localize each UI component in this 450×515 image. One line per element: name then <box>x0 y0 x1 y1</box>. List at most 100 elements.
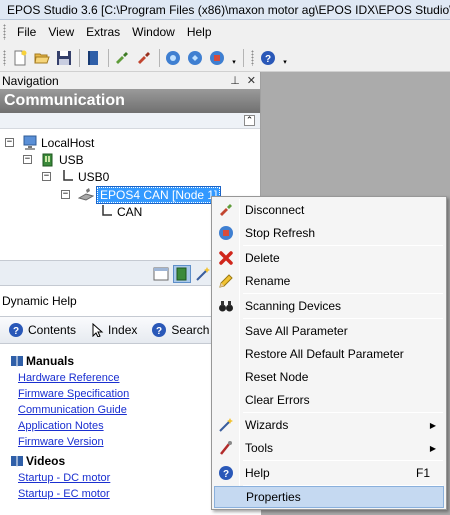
svg-text:?: ? <box>223 469 229 480</box>
menu-window[interactable]: Window <box>126 25 181 39</box>
menu-item-restore-default-parameter[interactable]: Restore All Default Parameter <box>214 343 444 365</box>
help-tab-index[interactable]: Index <box>90 323 137 337</box>
menu-item-reset-node[interactable]: Reset Node <box>214 366 444 388</box>
menu-item-scanning-devices[interactable]: Scanning Devices <box>214 295 444 317</box>
menu-item-label: Delete <box>245 251 280 265</box>
context-menu: Disconnect Stop Refresh Delete Rename Sc… <box>211 196 447 510</box>
help-tab-contents[interactable]: ? Contents <box>8 322 76 338</box>
usb-panel-icon[interactable] <box>173 265 191 283</box>
menu-item-label: Save All Parameter <box>245 324 348 338</box>
disconnect-icon <box>214 199 238 221</box>
tree-expander[interactable]: − <box>42 172 51 181</box>
help-icon: ? <box>152 323 167 337</box>
index-key-icon <box>92 323 104 337</box>
menu-item-label: Restore All Default Parameter <box>245 347 404 361</box>
menu-item-label: Disconnect <box>245 203 305 217</box>
collapse-icon[interactable]: ⌃ <box>244 115 255 126</box>
new-file-icon[interactable] <box>11 49 29 67</box>
menu-item-label: Clear Errors <box>245 393 310 407</box>
window-icon[interactable] <box>152 265 170 283</box>
menu-item-properties[interactable]: Properties <box>214 486 444 508</box>
node-2-icon[interactable] <box>186 49 204 67</box>
device-icon <box>78 187 94 203</box>
computer-icon <box>22 135 38 151</box>
connect-icon[interactable] <box>113 49 131 67</box>
menu-help[interactable]: Help <box>181 25 218 39</box>
help-tab-label: Search <box>171 323 210 337</box>
help-icon[interactable]: ? <box>259 49 277 67</box>
stop-refresh-icon <box>214 222 238 244</box>
tree-node-usb0[interactable]: − USB0 <box>42 168 109 185</box>
help-section-title: Videos <box>26 454 66 468</box>
port-line-icon <box>59 169 75 185</box>
dynamic-help-title: Dynamic Help <box>2 294 77 308</box>
toolbar-overflow-dropdown[interactable]: ▾ <box>281 49 289 67</box>
menu-bar: File View Extras Window Help <box>0 20 450 44</box>
open-folder-icon[interactable] <box>33 49 51 67</box>
svg-text:?: ? <box>156 326 162 337</box>
tree-label: USB0 <box>78 169 110 184</box>
menu-item-label: Properties <box>246 490 301 504</box>
tree-expander[interactable]: − <box>61 190 70 199</box>
tree-node-usb[interactable]: − USB <box>23 151 84 168</box>
menu-item-label: Rename <box>245 274 291 288</box>
menu-separator <box>243 412 443 413</box>
help-section-title: Manuals <box>26 354 75 368</box>
help-tab-search[interactable]: ? Search <box>151 322 209 338</box>
node-3-icon[interactable] <box>208 49 226 67</box>
menu-item-delete[interactable]: Delete <box>214 247 444 269</box>
tree-node-epos4[interactable]: − EPOS4 CAN [Node 1] <box>61 185 222 204</box>
navigation-title: Navigation <box>2 73 59 88</box>
toolbar-separator <box>159 48 160 67</box>
toolbar-overflow-dropdown[interactable]: ▾ <box>230 49 238 67</box>
menu-view[interactable]: View <box>42 25 80 39</box>
communication-header: Communication <box>0 89 260 113</box>
svg-text:?: ? <box>13 326 19 337</box>
close-icon[interactable]: ✕ <box>247 74 256 87</box>
delete-icon <box>214 247 238 269</box>
toolbar-grip[interactable] <box>3 49 6 66</box>
node-1-icon[interactable] <box>164 49 182 67</box>
menubar-grip[interactable] <box>3 24 6 40</box>
menu-item-clear-errors[interactable]: Clear Errors <box>214 389 444 411</box>
help-icon: ? <box>214 462 238 484</box>
submenu-arrow-icon: ▶ <box>429 420 436 430</box>
menu-item-label: Help <box>245 466 270 480</box>
disconnect-icon[interactable] <box>135 49 153 67</box>
toolbar-separator <box>108 48 109 67</box>
submenu-arrow-icon: ▶ <box>429 443 436 453</box>
tree-node-localhost[interactable]: − LocalHost <box>5 134 94 151</box>
menu-item-help[interactable]: ? Help F1 <box>214 462 444 484</box>
menu-item-tools[interactable]: Tools ▶ <box>214 437 444 459</box>
menu-item-label: Tools <box>245 441 274 455</box>
menu-separator <box>243 318 443 319</box>
wizard-icon[interactable] <box>194 265 212 283</box>
navigation-header: Navigation ⊥ ✕ <box>0 72 260 89</box>
usb-icon <box>40 152 56 168</box>
tree-label-selected: EPOS4 CAN [Node 1] <box>95 185 222 204</box>
tree-label: CAN <box>117 204 143 219</box>
tree-expander[interactable]: − <box>5 138 14 147</box>
menu-item-save-all-parameter[interactable]: Save All Parameter <box>214 320 444 342</box>
tree-node-can[interactable]: CAN <box>98 203 142 220</box>
menu-item-stop-refresh[interactable]: Stop Refresh <box>214 222 444 244</box>
book-icon <box>11 456 23 467</box>
menu-extras[interactable]: Extras <box>80 25 126 39</box>
menu-item-wizards[interactable]: Wizards ▶ <box>214 414 444 436</box>
pencil-icon <box>214 270 238 292</box>
title-bar: EPOS Studio 3.6 [C:\Program Files (x86)\… <box>0 0 450 20</box>
toolbar-grip[interactable] <box>251 49 254 66</box>
help-tab-label: Contents <box>28 323 77 337</box>
menu-file[interactable]: File <box>11 25 42 39</box>
svg-text:?: ? <box>265 54 271 65</box>
book-icon <box>11 356 23 367</box>
book-icon[interactable] <box>84 49 102 67</box>
toolbar-separator <box>243 48 244 67</box>
help-tab-label: Index <box>108 323 138 337</box>
menu-item-label: Stop Refresh <box>245 226 316 240</box>
tree-expander[interactable]: − <box>23 155 32 164</box>
menu-item-rename[interactable]: Rename <box>214 270 444 292</box>
save-icon[interactable] <box>55 49 73 67</box>
pin-icon[interactable]: ⊥ <box>230 74 240 87</box>
menu-item-disconnect[interactable]: Disconnect <box>214 199 444 221</box>
